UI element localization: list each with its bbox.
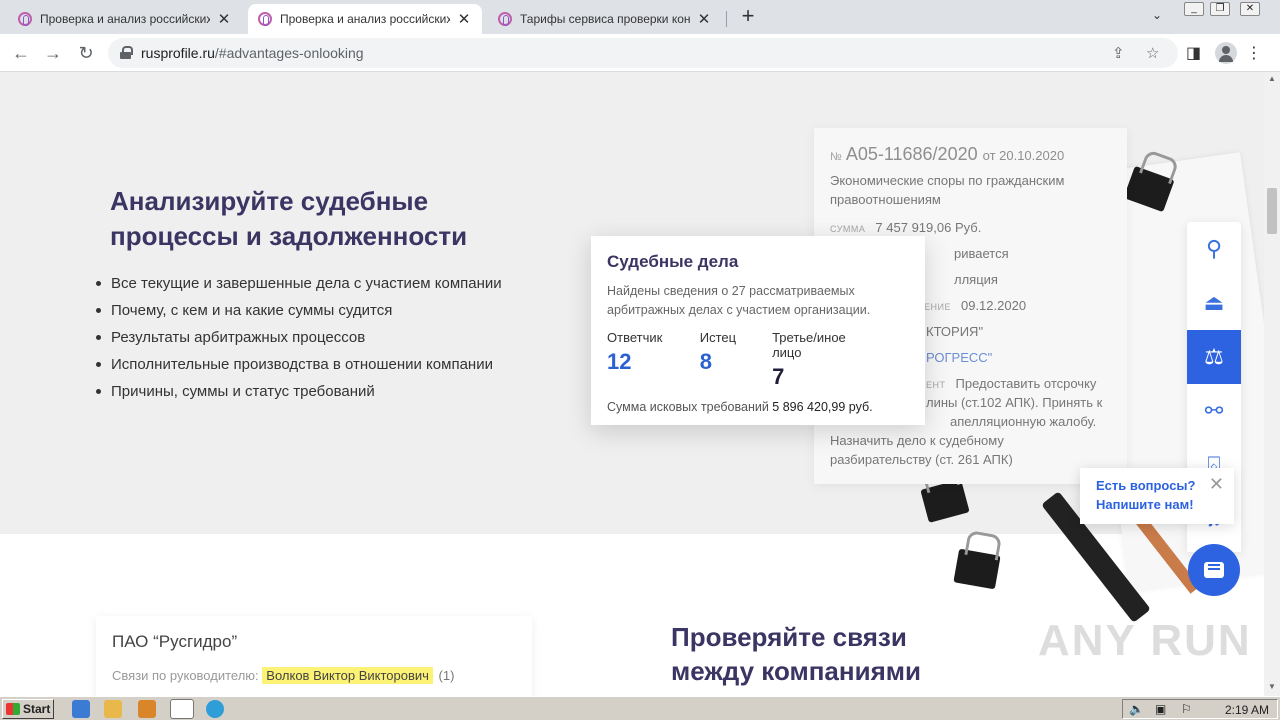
court-cases-title: Судебные дела — [607, 252, 739, 271]
media-player-icon[interactable] — [138, 700, 156, 718]
search-icon[interactable]: ⚲ — [1187, 222, 1241, 276]
tab-close-icon[interactable]: ✕ — [456, 10, 472, 28]
case-status: ривается — [954, 246, 1009, 261]
company-name: ПАО “Русгидро” — [112, 632, 238, 651]
chat-invite-line: Напишите нам! — [1096, 497, 1194, 512]
case-category: Экономические споры по гражданским право… — [830, 173, 1065, 207]
scroll-up-icon[interactable]: ▲ — [1264, 74, 1280, 83]
director-name[interactable]: Волков Виктор Викторович — [262, 667, 433, 684]
tab-close-icon[interactable]: ✕ — [696, 10, 712, 28]
court-cases-stats: Ответчик 12 Истец 8 Третье/иное лицо 7 — [607, 330, 909, 390]
chat-invite-bubble[interactable]: Есть вопросы? Напишите нам! ✕ — [1080, 468, 1234, 524]
tab-search-chevron-icon[interactable]: ⌄ — [1152, 8, 1162, 22]
company-relations-card: ПАО “Русгидро” Связи по руководителю: Во… — [96, 616, 532, 696]
court-cases-description: Найдены сведения о 27 рассматриваемых ар… — [607, 284, 871, 317]
tab-close-icon[interactable]: ✕ — [216, 10, 232, 28]
court-cases-card: Судебные дела Найдены сведения о 27 расс… — [591, 236, 925, 425]
case-date: ЕНИЕ 09.12.2020 — [924, 298, 1027, 313]
scrollbar-thumb[interactable] — [1267, 188, 1277, 234]
side-panel-icon[interactable]: ◨ — [1186, 43, 1201, 63]
restore-window-icon[interactable]: ❐ — [1210, 2, 1230, 16]
rusprofile-favicon-icon — [258, 12, 272, 26]
stat-label: Третье/иное лицо — [772, 330, 846, 360]
courts-feature-list: Все текущие и завершенные дела с участие… — [96, 270, 502, 405]
flag-icon[interactable]: ⚐ — [1181, 702, 1192, 716]
ie-icon[interactable] — [72, 700, 90, 718]
tab-rusprofile-1[interactable]: Проверка и анализ российских юр ✕ — [8, 4, 242, 34]
lock-icon[interactable] — [120, 46, 133, 59]
minimize-window-icon[interactable]: _ — [1184, 2, 1204, 16]
close-window-icon[interactable]: ✕ — [1240, 2, 1260, 16]
feature-item: Причины, суммы и статус требований — [96, 378, 502, 405]
tab-separator — [726, 11, 727, 27]
address-bar[interactable]: rusprofile.ru/#advantages-onlooking ⇪ ☆ — [108, 38, 1178, 68]
courts-heading: Анализируйте судебные процессы и задолже… — [110, 186, 468, 251]
stat-value: 7 — [772, 364, 785, 389]
case-party-2: РОГРЕСС" — [926, 350, 993, 365]
scroll-down-icon[interactable]: ▼ — [1264, 682, 1280, 691]
chat-icon — [1204, 562, 1224, 578]
url-text[interactable]: rusprofile.ru/#advantages-onlooking — [141, 45, 364, 61]
taskbar: Start 🔈 ▣ ⚐ 2:19 AM — [0, 696, 1280, 720]
binder-clip-illustration — [953, 548, 1001, 590]
clock: 2:19 AM — [1224, 703, 1269, 717]
case-document-line: лины (ст.102 АПК). Принять к — [926, 395, 1103, 410]
rusprofile-favicon-icon — [498, 12, 512, 26]
page-viewport: Анализируйте судебные процессы и задолже… — [0, 72, 1264, 696]
windows-logo-icon — [6, 703, 20, 715]
edge-icon[interactable] — [206, 700, 224, 718]
profile-avatar-icon[interactable] — [1215, 42, 1237, 64]
stat-label: Истец — [699, 330, 737, 345]
stat-third-party: Третье/иное лицо 7 — [772, 330, 873, 390]
feature-item: Результаты арбитражных процессов — [96, 324, 502, 351]
case-document: ЕНТ Предоставить отсрочку — [926, 376, 1097, 391]
stat-label: Ответчик — [607, 330, 663, 345]
close-icon[interactable]: ✕ — [1209, 474, 1224, 495]
vertical-scrollbar[interactable]: ▲ ▼ — [1264, 72, 1280, 696]
tab-tariffs[interactable]: Тарифы сервиса проверки контра ✕ — [488, 4, 722, 34]
volume-icon[interactable]: 🔈 — [1129, 702, 1144, 716]
start-button[interactable]: Start — [2, 699, 54, 719]
feature-item: Почему, с кем и на какие суммы судится — [96, 297, 502, 324]
links-heading: Проверяйте связи между компаниями — [671, 622, 921, 686]
bookmark-star-icon[interactable]: ☆ — [1146, 44, 1159, 62]
case-instance: лляция — [954, 272, 998, 287]
stat-plaintiff: Истец 8 — [700, 330, 736, 390]
anyrun-watermark: ANY RUN — [1038, 616, 1252, 665]
case-document-line: разбирательству (ст. 261 АПК) — [830, 452, 1013, 467]
tab-title: Проверка и анализ российских юр — [40, 12, 210, 26]
browser-menu-icon[interactable]: ⋮ — [1246, 43, 1262, 63]
stat-value: 12 — [607, 349, 632, 374]
system-tray: 🔈 ▣ ⚐ 2:19 AM — [1122, 699, 1278, 719]
rusprofile-favicon-icon — [18, 12, 32, 26]
network-icon[interactable]: ▣ — [1155, 702, 1166, 716]
folder-icon[interactable] — [104, 700, 122, 718]
tab-title: Тарифы сервиса проверки контра — [520, 12, 690, 26]
stat-value: 8 — [699, 349, 712, 374]
chat-open-button[interactable] — [1188, 544, 1240, 596]
relations-row: Связи по руководителю: Волков Виктор Вик… — [112, 667, 455, 684]
case-party-1: КТОРИЯ" — [926, 324, 984, 339]
stat-defendant: Ответчик 12 — [607, 330, 664, 390]
new-tab-plus-icon[interactable]: + — [736, 5, 760, 29]
feature-item: Исполнительные производства в отношении … — [96, 351, 502, 378]
scales-icon[interactable]: ⚖ — [1187, 330, 1241, 384]
claims-sum: Сумма исковых требований 5 896 420,99 ру… — [607, 400, 873, 414]
tab-rusprofile-2[interactable]: Проверка и анализ российских юр ✕ — [248, 4, 482, 34]
back-arrow-icon[interactable]: ← — [10, 42, 32, 64]
browser-toolbar: ← → ↻ rusprofile.ru/#advantages-onlookin… — [0, 34, 1280, 72]
links-icon[interactable]: ⚯ — [1187, 384, 1241, 438]
reload-icon[interactable]: ↻ — [75, 42, 97, 64]
feature-item: Все текущие и завершенные дела с участие… — [96, 270, 502, 297]
case-document-line: Назначить дело к судебному — [830, 433, 1004, 448]
tab-strip: Проверка и анализ российских юр ✕ Провер… — [0, 0, 1280, 34]
chrome-taskbar-icon[interactable] — [170, 699, 194, 719]
case-document-line: апелляционную жалобу. — [950, 414, 1097, 429]
forward-arrow-icon[interactable]: → — [42, 42, 64, 64]
chat-invite-line: Есть вопросы? — [1096, 478, 1196, 493]
share-icon[interactable]: ⇪ — [1112, 44, 1125, 62]
tab-title: Проверка и анализ российских юр — [280, 12, 450, 26]
case-number: № А05-11686/2020 от 20.10.2020 — [830, 144, 1065, 164]
pedestal-icon[interactable]: ⏏ — [1187, 276, 1241, 330]
